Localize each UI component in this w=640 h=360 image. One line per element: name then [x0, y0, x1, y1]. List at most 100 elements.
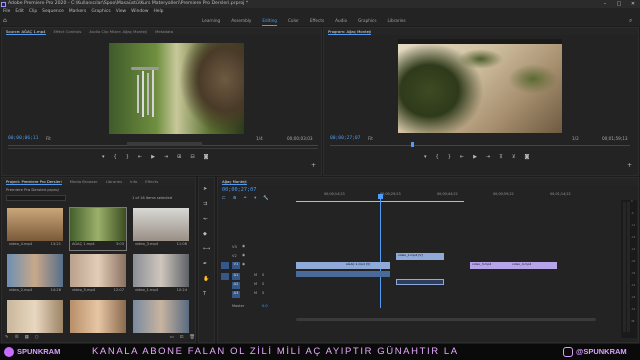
new-item-icon[interactable]: ⊡	[180, 335, 184, 342]
ripple-edit-icon[interactable]: ⟛	[203, 216, 210, 222]
marker-icon[interactable]: ▾	[254, 196, 256, 201]
source-zoom-bar[interactable]	[8, 148, 318, 149]
go-to-in-icon[interactable]: }	[126, 154, 129, 160]
mute-icon[interactable]: M	[254, 291, 257, 295]
close-button[interactable]: ✕	[626, 0, 640, 8]
list-view-icon[interactable]: ☰	[15, 335, 19, 342]
solo-icon[interactable]: S	[262, 291, 264, 295]
nest-icon[interactable]: ⊏	[222, 196, 226, 201]
menu-markers[interactable]: Markers	[69, 8, 86, 15]
solo-icon[interactable]: S	[262, 282, 264, 286]
workspace-tab-color[interactable]: Color	[288, 15, 299, 26]
track-select-icon[interactable]: ⇉	[203, 201, 210, 207]
type-tool-icon[interactable]: T	[203, 291, 210, 297]
timeline-zoom-scrollbar[interactable]	[296, 318, 596, 321]
menu-graphics[interactable]: Graphics	[91, 8, 110, 15]
tab-project[interactable]: Project: Premiere Pro Dersleri	[6, 178, 62, 185]
menu-edit[interactable]: Edit	[15, 8, 24, 15]
tab-audio-clip-mixer[interactable]: Audio Clip Mixer: Ağaç Monteji	[89, 28, 147, 35]
export-frame-icon[interactable]: ◙	[204, 154, 209, 160]
track-label[interactable]: V1	[232, 262, 240, 269]
project-item[interactable]: video_4.mp4 13:21	[7, 208, 63, 250]
project-search-input[interactable]	[6, 195, 66, 201]
menu-help[interactable]: Help	[153, 8, 163, 15]
tab-source[interactable]: Source: AĞAÇ 1.mp4	[6, 28, 46, 35]
source-patch-a1[interactable]	[221, 273, 229, 280]
mute-icon[interactable]: M	[254, 273, 257, 277]
program-scrubber[interactable]	[330, 145, 630, 146]
mute-icon[interactable]: M	[254, 282, 257, 286]
selection-tool-icon[interactable]: ➤	[203, 186, 210, 192]
tab-program[interactable]: Program: Ağaç Monteji	[328, 28, 372, 35]
tab-libraries[interactable]: Libraries	[106, 178, 122, 185]
video-clip[interactable]: AĞAÇ 1.mp4 [V]	[296, 262, 390, 269]
timeline-timecode[interactable]: 00;00;27;07	[222, 187, 256, 193]
program-step-forward-icon[interactable]: ⇥	[486, 154, 490, 160]
toggle-output-icon[interactable]: ◉	[242, 253, 245, 257]
program-add-button-icon[interactable]: +	[627, 162, 632, 169]
trash-icon[interactable]: 🗑	[189, 335, 195, 342]
menu-clip[interactable]: Clip	[29, 8, 37, 15]
minimize-button[interactable]: –	[598, 0, 612, 8]
track-label[interactable]: A3	[232, 291, 240, 298]
program-play-icon[interactable]: ▶	[473, 154, 477, 160]
razor-tool-icon[interactable]: ◆	[203, 231, 210, 237]
program-mark-in-icon[interactable]: ▾	[424, 154, 427, 160]
toggle-output-icon[interactable]: ◉	[242, 244, 245, 248]
workspace-tab-assembly[interactable]: Assembly	[231, 15, 251, 26]
source-resolution-dropdown[interactable]: 1/4	[256, 136, 263, 141]
snap-icon[interactable]: ⋒	[233, 196, 237, 201]
solo-icon[interactable]: S	[262, 273, 264, 277]
menu-file[interactable]: File	[3, 8, 10, 15]
workspace-tab-graphics[interactable]: Graphics	[358, 15, 377, 26]
step-back-icon[interactable]: ⇤	[138, 154, 142, 160]
home-icon[interactable]: ⌂	[3, 17, 10, 24]
menu-window[interactable]: Window	[131, 8, 148, 15]
overwrite-icon[interactable]: ⊟	[190, 154, 194, 160]
pencil-icon[interactable]: ✎	[5, 335, 9, 342]
tab-effects[interactable]: Effects	[145, 178, 158, 185]
master-volume[interactable]: 0.0	[262, 304, 268, 308]
icon-view-icon[interactable]: ▦	[25, 335, 29, 342]
video-clip[interactable]: video_4.mp4	[510, 262, 557, 269]
slip-tool-icon[interactable]: ⟷	[203, 246, 210, 252]
project-item-selected[interactable]: AĞAÇ 1.mp4 3:03	[69, 207, 127, 251]
settings-icon[interactable]: 🔧	[263, 196, 268, 201]
program-playhead[interactable]	[411, 142, 414, 147]
workspace-tab-libraries[interactable]: Libraries	[388, 15, 406, 26]
linked-icon[interactable]: ⚭	[243, 196, 247, 201]
project-item[interactable]: video_3.mp4 11:06	[133, 208, 189, 250]
video-clip[interactable]: video_3.mp4	[470, 262, 510, 269]
new-bin-icon[interactable]: ▭	[170, 335, 174, 342]
source-patch-v1[interactable]	[221, 262, 229, 269]
audio-clip[interactable]	[396, 279, 444, 285]
menu-sequence[interactable]: Sequence	[42, 8, 64, 15]
track-label[interactable]: V2	[232, 254, 237, 258]
mark-out-icon[interactable]: {	[114, 154, 117, 160]
zoom-slider-icon[interactable]: ○	[35, 335, 39, 342]
tab-info[interactable]: Info	[130, 178, 137, 185]
search-icon[interactable]: ⌕	[629, 17, 636, 24]
workspace-tab-audio[interactable]: Audio	[335, 15, 347, 26]
workspace-tab-editing[interactable]: Editing	[262, 15, 277, 26]
track-label[interactable]: A1	[232, 273, 240, 280]
time-ruler[interactable]: 00;00;14;23 00;00;29;23 00;00;44;22 00;0…	[296, 188, 614, 200]
add-button-icon[interactable]: +	[311, 162, 316, 169]
audio-clip[interactable]	[296, 271, 390, 277]
hand-tool-icon[interactable]: ✋	[203, 276, 210, 282]
program-step-back-icon[interactable]: ⇤	[460, 154, 464, 160]
step-forward-icon[interactable]: ⇥	[164, 154, 168, 160]
tab-sequence[interactable]: Ağaç Monteji	[222, 178, 247, 185]
source-fit-dropdown[interactable]: Fit	[46, 136, 51, 141]
video-clip[interactable]: video_1.mp4 [V]	[396, 253, 444, 260]
program-mark-out-icon[interactable]: {	[436, 154, 439, 160]
mark-in-icon[interactable]: ▾	[102, 154, 105, 160]
tab-effect-controls[interactable]: Effect Controls	[54, 28, 82, 35]
menu-view[interactable]: View	[116, 8, 126, 15]
play-icon[interactable]: ▶	[151, 154, 155, 160]
program-resolution-dropdown[interactable]: 1/2	[572, 136, 579, 141]
extract-icon[interactable]: ⊻	[512, 154, 516, 160]
program-export-frame-icon[interactable]: ◙	[525, 154, 530, 160]
project-item[interactable]: video_2.mp4 14:26	[7, 254, 63, 296]
tab-metadata[interactable]: Metadata	[155, 28, 173, 35]
